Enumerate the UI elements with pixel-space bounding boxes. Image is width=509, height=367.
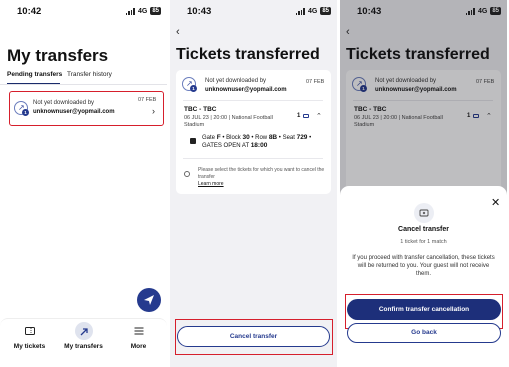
signal-icon: [295, 7, 305, 15]
transfer-avatar: ↗ 1: [182, 77, 197, 92]
ticket-quantity: 1: [297, 113, 301, 119]
transfer-icon: [80, 328, 88, 336]
menu-icon: [134, 327, 143, 335]
tab-transfer-history[interactable]: Transfer history: [67, 71, 112, 78]
nav-more[interactable]: More: [111, 319, 166, 367]
status-time: 10:43: [187, 6, 212, 17]
match-teams: TBC - TBC: [184, 106, 217, 113]
transfer-status: Not yet downloaded by: [205, 78, 267, 84]
cancel-transfer-sheet: ✕ Cancel transfer 1 ticket for 1 match I…: [340, 186, 507, 367]
network-label: 4G: [307, 7, 318, 15]
chevron-up-icon[interactable]: ⌃: [316, 112, 322, 120]
network-label: 4G: [137, 7, 148, 15]
status-bar: 10:42 4G 85: [0, 0, 167, 22]
tab-pending-transfers[interactable]: Pending transfers: [7, 71, 62, 78]
confirm-cancellation-button[interactable]: Confirm transfer cancellation: [347, 299, 501, 320]
ticket-icon: [24, 327, 35, 335]
match-details: 06 JUL 23 | 20:00 | National Football: [184, 115, 273, 121]
nav-my-transfers[interactable]: My transfers: [56, 319, 111, 367]
go-back-button[interactable]: Go back: [347, 323, 501, 343]
send-transfer-button[interactable]: [137, 288, 161, 312]
cancel-transfer-button[interactable]: Cancel transfer: [177, 326, 330, 347]
recipient-email: unknownuser@yopmail.com: [33, 109, 115, 115]
nav-label: My tickets: [13, 343, 46, 350]
battery-icon: 85: [320, 7, 331, 15]
chevron-right-icon: ›: [152, 106, 155, 116]
cancel-transfer-screen: 10:43 4G 85 ‹ Tickets transferred ↗ 1 No…: [340, 0, 507, 367]
status-bar: 10:43 4G 85: [170, 0, 337, 22]
cancel-note: Please select the tickets for which you …: [198, 167, 325, 180]
ticket-count-badge: 1: [22, 109, 29, 116]
nav-label: More: [130, 343, 147, 350]
back-arrow-icon[interactable]: ‹: [176, 26, 180, 38]
seat-icon: [190, 138, 196, 144]
send-icon: [144, 295, 154, 305]
transfer-status: Not yet downloaded by: [33, 100, 95, 106]
info-icon: [184, 171, 190, 177]
divider: [183, 100, 323, 101]
recipient-email: unknownuser@yopmail.com: [205, 87, 287, 93]
signal-icon: [125, 7, 135, 15]
pending-transfer-card[interactable]: ↗ 1 Not yet downloaded by unknownuser@yo…: [9, 91, 164, 126]
ticket-cancel-icon: [414, 203, 434, 223]
nav-my-tickets[interactable]: My tickets: [2, 319, 57, 367]
seat-details[interactable]: Gate F • Block 30 • Row 8B • Seat 729 • …: [202, 134, 311, 150]
tickets-transferred-screen: 10:43 4G 85 ‹ Tickets transferred ↗ 1 No…: [170, 0, 337, 367]
divider: [183, 158, 323, 159]
match-venue: Stadium: [184, 122, 205, 128]
transfer-date: 07 FEB: [138, 97, 157, 103]
transfer-avatar: ↗ 1: [14, 101, 29, 116]
sheet-subtitle: 1 ticket for 1 match: [400, 239, 447, 245]
tabs-divider: [0, 84, 167, 85]
my-transfers-screen: 10:42 4G 85 My transfers Pending transfe…: [0, 0, 167, 367]
transfer-tabs: Pending transfers Transfer history: [7, 71, 167, 85]
transfer-detail-card: ↗ 1 Not yet downloaded by unknownuser@yo…: [176, 70, 331, 194]
status-icons: 4G 85: [125, 7, 161, 15]
bottom-navigation: My tickets My transfers More: [0, 318, 167, 367]
ticket-count-badge: 1: [190, 85, 197, 92]
sheet-title: Cancel transfer: [398, 226, 449, 233]
nav-label: My transfers: [64, 343, 103, 350]
page-title: My transfers: [7, 46, 109, 65]
ticket-icon: [303, 114, 309, 118]
sheet-message: If you proceed with transfer cancellatio…: [352, 255, 495, 277]
learn-more-link[interactable]: Learn more: [198, 181, 224, 187]
status-icons: 4G 85: [295, 7, 331, 15]
page-title: Tickets transferred: [176, 46, 320, 63]
transfer-date: 07 FEB: [306, 79, 325, 85]
close-icon[interactable]: ✕: [491, 196, 500, 209]
battery-icon: 85: [150, 7, 161, 15]
status-time: 10:42: [17, 6, 42, 17]
